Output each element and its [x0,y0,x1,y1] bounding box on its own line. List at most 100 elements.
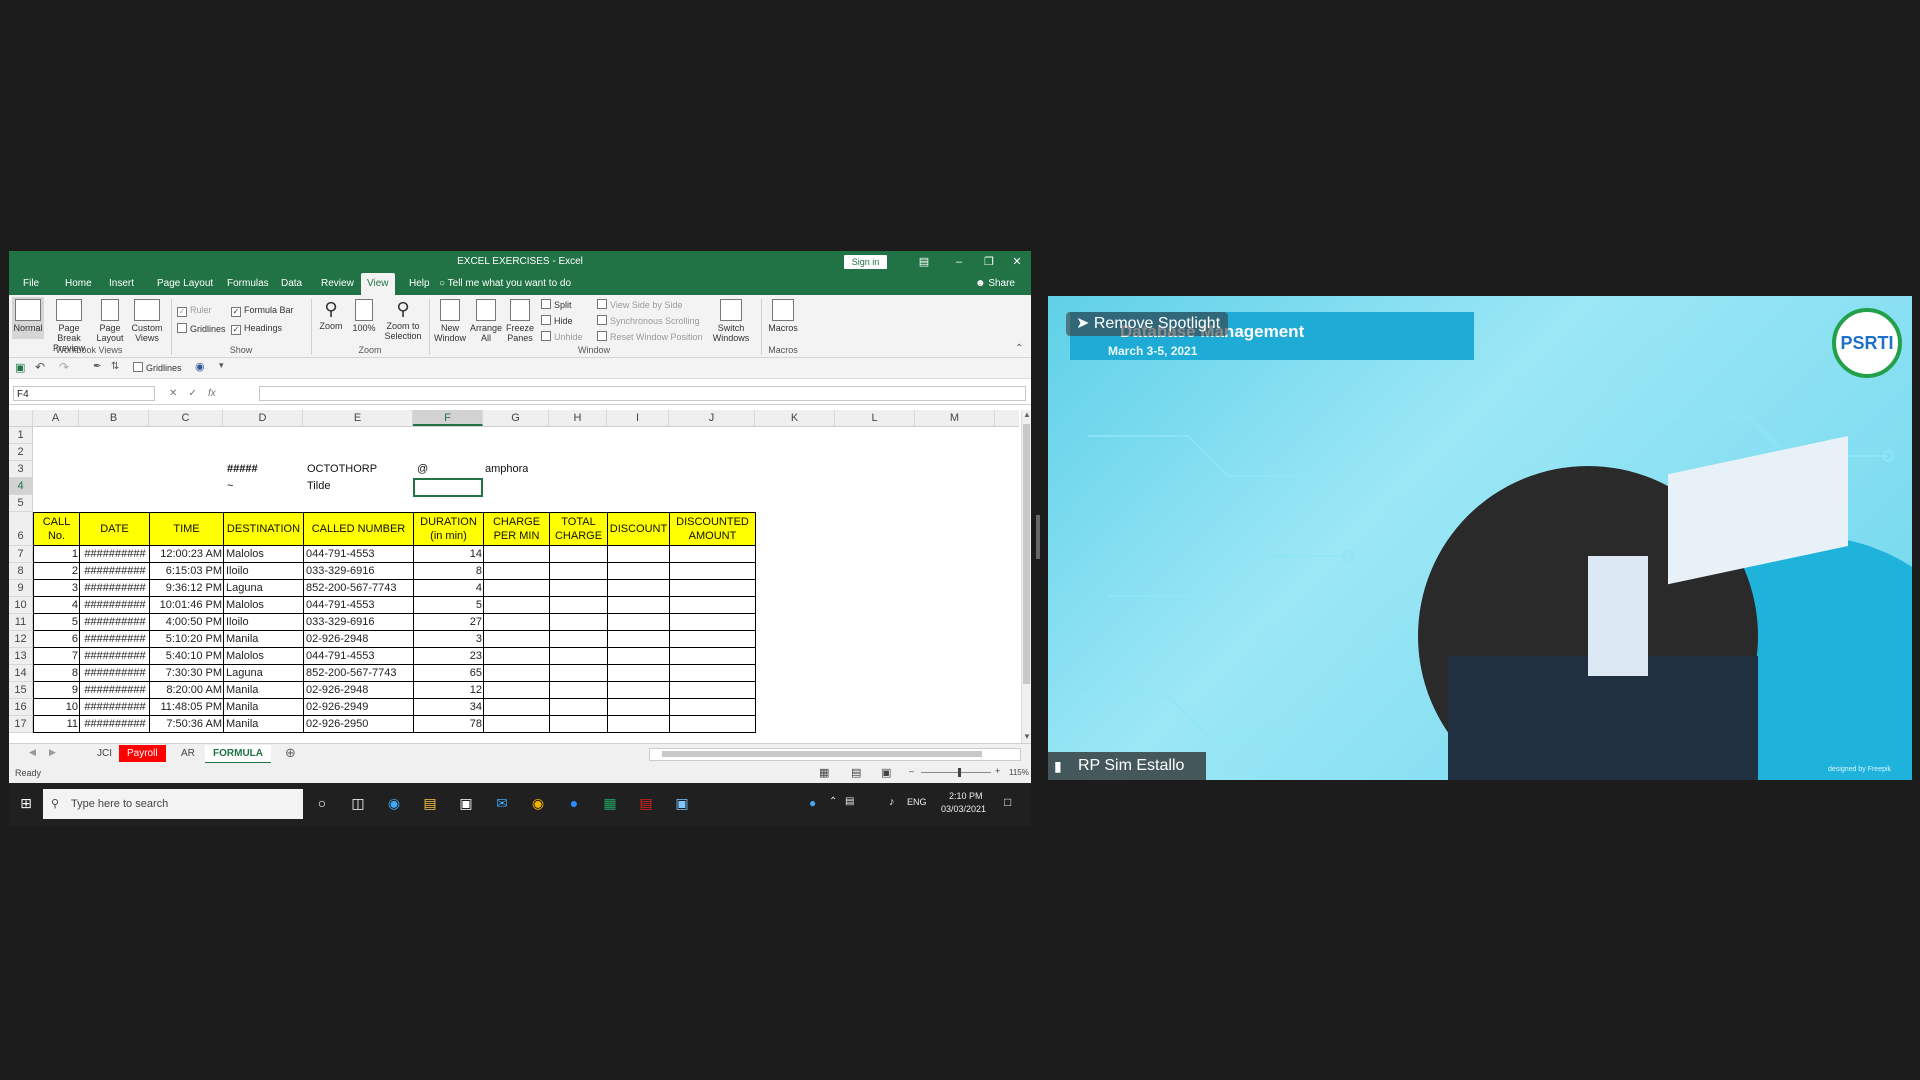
clock-date[interactable]: 03/03/2021 [941,804,986,814]
table-cell[interactable]: 34 [413,699,484,716]
table-cell[interactable]: ########## [79,665,150,682]
cell-f3[interactable]: @ [417,461,428,478]
zoom-app-icon[interactable]: ● [565,794,583,812]
table-cell[interactable]: 852-200-567-7743 [303,665,414,682]
page-layout-view-button[interactable]: Page Layout [93,297,127,343]
macro-record-icon[interactable]: ◉ [195,360,205,373]
table-cell[interactable]: ########## [79,648,150,665]
clock-time[interactable]: 2:10 PM [949,791,983,801]
format-painter-icon[interactable]: ✒ [93,361,101,372]
table-cell[interactable]: 7 [33,648,80,665]
sheet-tab-formula[interactable]: FORMULA [205,745,271,764]
switch-windows-button[interactable]: Switch Windows [709,297,753,343]
minimize-icon[interactable]: – [944,251,974,273]
table-cell[interactable] [607,546,670,563]
help-icon[interactable]: ● [809,796,816,810]
table-cell[interactable] [607,682,670,699]
gridlines-checkbox[interactable]: Gridlines [177,323,226,334]
table-cell[interactable] [549,563,608,580]
row-header[interactable]: 5 [9,495,33,512]
table-header[interactable]: DISCOUNT [607,512,670,546]
table-header[interactable]: CALL No. [33,512,80,546]
cancel-entry-icon[interactable]: ✕ [169,388,177,399]
zoom-to-selection-button[interactable]: ⚲ Zoom to Selection [381,297,425,341]
table-header[interactable]: DESTINATION [223,512,304,546]
table-cell[interactable]: 8 [33,665,80,682]
arrange-all-button[interactable]: Arrange All [469,297,503,343]
scroll-up-icon[interactable]: ▲ [1023,410,1031,419]
table-cell[interactable]: 4 [413,580,484,597]
table-header[interactable]: DISCOUNTED AMOUNT [669,512,756,546]
table-cell[interactable]: 02-926-2950 [303,716,414,733]
table-cell[interactable] [483,682,550,699]
formula-input[interactable] [259,386,1026,401]
table-cell[interactable] [483,631,550,648]
tab-review[interactable]: Review [315,273,360,295]
column-header[interactable]: M [915,410,995,426]
table-cell[interactable] [669,699,756,716]
table-cell[interactable]: ########## [79,597,150,614]
table-cell[interactable] [607,648,670,665]
formula-bar-checkbox[interactable]: ✓ Formula Bar [231,305,294,317]
table-cell[interactable] [549,546,608,563]
macros-button[interactable]: Macros [765,297,801,333]
redo-icon[interactable]: ↷ [59,360,69,374]
table-cell[interactable] [669,716,756,733]
table-cell[interactable] [483,716,550,733]
table-cell[interactable] [549,597,608,614]
column-header[interactable]: G [483,410,549,426]
table-cell[interactable]: Laguna [223,580,304,597]
tab-insert[interactable]: Insert [103,273,140,295]
page-layout-status-icon[interactable]: ▤ [851,766,861,779]
table-cell[interactable] [607,614,670,631]
table-cell[interactable] [607,699,670,716]
panel-splitter[interactable] [1036,515,1040,559]
column-header[interactable]: C [149,410,223,426]
insert-function-icon[interactable]: fx [208,388,216,399]
restore-icon[interactable]: ❐ [974,251,1004,273]
table-cell[interactable]: 2 [33,563,80,580]
volume-icon[interactable]: ♪ [889,796,895,808]
remove-spotlight-button[interactable]: ➤ Remove Spotlight [1066,312,1228,336]
table-header[interactable]: CALLED NUMBER [303,512,414,546]
table-cell[interactable]: 10 [33,699,80,716]
column-header[interactable]: D [223,410,303,426]
confirm-entry-icon[interactable]: ✓ [189,388,197,399]
table-cell[interactable]: 852-200-567-7743 [303,580,414,597]
new-window-button[interactable]: New Window [433,297,467,343]
table-cell[interactable]: 3 [413,631,484,648]
tab-home[interactable]: Home [59,273,98,295]
language-indicator[interactable]: ENG [907,797,927,807]
table-cell[interactable] [549,580,608,597]
table-cell[interactable]: 9 [33,682,80,699]
zoom-percent[interactable]: 115% [1009,768,1029,777]
custom-views-button[interactable]: Custom Views [129,297,165,343]
column-header[interactable]: H [549,410,607,426]
hide-button[interactable]: Hide [541,315,573,326]
table-cell[interactable]: ########## [79,699,150,716]
notifications-icon[interactable]: □ [1004,795,1011,809]
column-header[interactable]: L [835,410,915,426]
table-cell[interactable]: 5 [413,597,484,614]
task-view-icon[interactable]: ◫ [349,794,367,812]
table-cell[interactable]: 3 [33,580,80,597]
mail-icon[interactable]: ✉ [493,794,511,812]
column-header[interactable]: F [413,410,483,426]
table-header[interactable]: TIME [149,512,224,546]
zoom-out-icon[interactable]: – [909,766,914,776]
table-cell[interactable]: 033-329-6916 [303,614,414,631]
ruler-checkbox[interactable]: ✓ Ruler [177,305,212,317]
zoom-slider[interactable] [921,768,991,777]
tab-view[interactable]: View [361,273,395,295]
table-header[interactable]: TOTAL CHARGE [549,512,608,546]
table-cell[interactable]: ########## [79,563,150,580]
zoom-100-button[interactable]: 100% [349,297,379,333]
column-header[interactable]: E [303,410,413,426]
reset-window-position-button[interactable]: Reset Window Position [597,331,703,342]
customize-qat-icon[interactable]: ▾ [219,360,224,371]
acrobat-icon[interactable]: ▤ [637,794,655,812]
sheet-tab-payroll[interactable]: Payroll [119,745,166,762]
table-cell[interactable]: 65 [413,665,484,682]
table-cell[interactable]: 6 [33,631,80,648]
table-cell[interactable] [607,563,670,580]
